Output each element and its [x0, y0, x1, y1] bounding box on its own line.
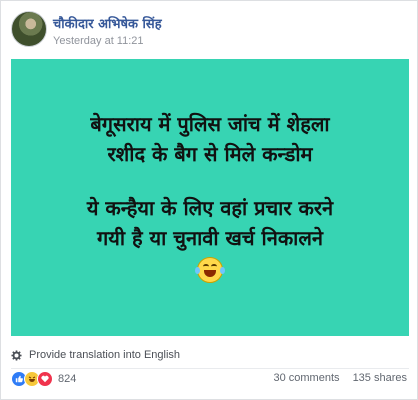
reaction-count[interactable]: 824 — [58, 373, 76, 385]
author-name[interactable]: चौकीदार अभिषेक सिंह — [53, 14, 162, 32]
engagement-bar: 824 30 comments 135 shares — [11, 370, 407, 390]
divider — [11, 368, 409, 369]
reactions-summary[interactable]: 824 — [11, 371, 76, 387]
laughing-tears-emoji-icon — [195, 257, 225, 283]
post-header: चौकीदार अभिषेक सिंह Yesterday at 11:21 — [11, 11, 401, 51]
image-text-line-2: रशीद के बैग से मिले कन्डोम — [107, 142, 313, 166]
gear-icon — [11, 349, 22, 361]
image-text-line-4: गयी है या चुनावी खर्च निकालने — [96, 226, 324, 250]
translation-link[interactable]: Provide translation into English — [11, 347, 311, 363]
image-text-line-3: ये कन्हैया के लिए वहां प्रचार करने — [86, 196, 334, 220]
comments-count[interactable]: 30 comments — [273, 372, 339, 384]
post-image[interactable]: बेगूसराय में पुलिस जांच में शेहला रशीद क… — [11, 59, 409, 336]
avatar[interactable] — [11, 11, 47, 47]
post-card: चौकीदार अभिषेक सिंह Yesterday at 11:21 ब… — [0, 0, 418, 400]
love-icon — [37, 371, 53, 387]
image-text-line-1: बेगूसराय में पुलिस जांच में शेहला — [90, 112, 330, 136]
translation-label[interactable]: Provide translation into English — [29, 349, 180, 361]
post-timestamp[interactable]: Yesterday at 11:21 — [53, 35, 144, 47]
engagement-counts: 30 comments 135 shares — [273, 372, 407, 384]
shares-count[interactable]: 135 shares — [353, 372, 407, 384]
